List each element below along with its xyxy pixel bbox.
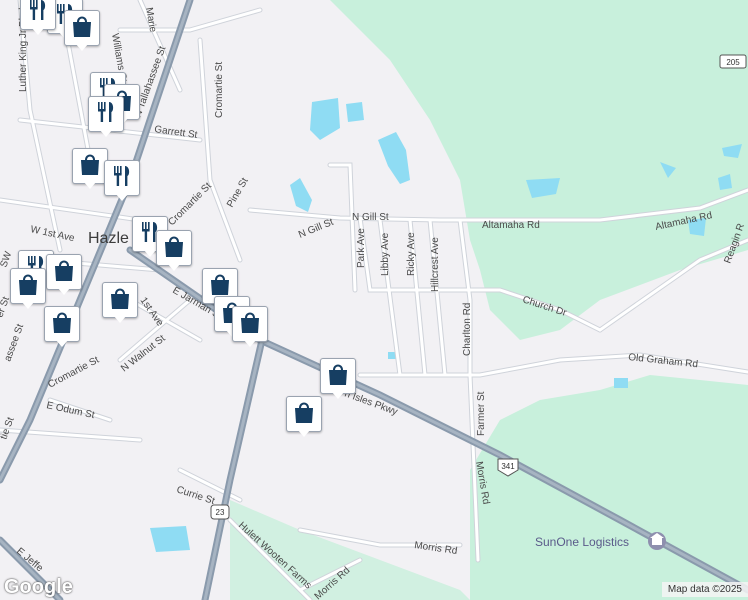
street-ricky-ave: Ricky Ave <box>406 232 417 276</box>
water-pond-10 <box>150 526 190 552</box>
marker-tip <box>57 287 71 295</box>
marker-tip <box>115 193 129 201</box>
street-charlton-rd: Charlton Rd <box>462 303 473 356</box>
street-libby-ave: Libby Ave <box>380 232 391 276</box>
restaurant-marker[interactable] <box>104 160 140 204</box>
marker-tip <box>83 181 97 189</box>
marker-tip <box>167 263 181 271</box>
shield-sr205-label: 205 <box>726 58 740 67</box>
street-park-ave: Park Ave <box>356 228 367 268</box>
restaurant-marker[interactable] <box>88 96 124 140</box>
shopping-bag-icon <box>107 285 133 316</box>
marker-tip <box>331 391 345 399</box>
marker-box[interactable] <box>64 10 100 46</box>
street-cromartie-st-1: Cromartie St <box>214 62 225 118</box>
shopping-marker[interactable] <box>46 254 82 298</box>
shopping-bag-icon <box>291 399 317 430</box>
marker-box[interactable] <box>44 306 80 342</box>
marker-box[interactable] <box>88 96 124 132</box>
poi-building-icon[interactable] <box>648 532 666 550</box>
city-label: Hazle <box>88 230 129 247</box>
marker-box[interactable] <box>320 358 356 394</box>
shopping-bag-icon <box>49 309 75 340</box>
water-pond-2 <box>346 102 364 122</box>
shopping-marker[interactable] <box>232 306 268 350</box>
shopping-bag-icon <box>77 151 103 182</box>
shopping-bag-icon <box>237 309 263 340</box>
shopping-marker[interactable] <box>156 230 192 274</box>
shopping-marker[interactable] <box>10 268 46 312</box>
street-hillcrest-ave: Hillcrest Ave <box>430 237 441 292</box>
marker-tip <box>75 43 89 51</box>
marker-box[interactable] <box>20 0 56 30</box>
marker-tip <box>113 315 127 323</box>
shopping-bag-icon <box>15 271 41 302</box>
fork-knife-icon <box>93 99 119 130</box>
marker-box[interactable] <box>104 160 140 196</box>
marker-box[interactable] <box>286 396 322 432</box>
shopping-marker[interactable] <box>286 396 322 440</box>
fork-knife-icon <box>25 0 51 28</box>
street-farmer-st: Farmer St <box>476 391 487 436</box>
shopping-bag-icon <box>161 233 187 264</box>
marker-box[interactable] <box>156 230 192 266</box>
water-pond-11 <box>614 378 628 388</box>
shopping-marker[interactable] <box>320 358 356 402</box>
street-n-gill-st-2: N Gill St <box>352 212 389 223</box>
marker-tip <box>31 27 45 35</box>
marker-tip <box>297 429 311 437</box>
marker-tip <box>143 249 157 257</box>
marker-tip <box>243 339 257 347</box>
shopping-marker[interactable] <box>72 148 108 192</box>
marker-box[interactable] <box>10 268 46 304</box>
shield-sr23: 23 <box>210 504 230 520</box>
marker-tip <box>55 339 69 347</box>
shopping-bag-icon <box>69 13 95 44</box>
marker-box[interactable] <box>46 254 82 290</box>
google-logo[interactable]: Google <box>4 576 73 599</box>
shopping-marker[interactable] <box>102 282 138 326</box>
shield-us341-label: 341 <box>501 462 515 471</box>
map-attribution[interactable]: Map data ©2025 <box>661 582 748 597</box>
street-altamaha-rd-1: Altamaha Rd <box>482 220 540 231</box>
marker-box[interactable] <box>102 282 138 318</box>
shield-sr205: 205 <box>719 54 747 69</box>
shopping-marker[interactable] <box>44 306 80 350</box>
shield-sr23-label: 23 <box>216 508 225 517</box>
marker-box[interactable] <box>72 148 108 184</box>
shopping-bag-icon <box>51 257 77 288</box>
marker-tip <box>99 129 113 137</box>
shopping-bag-icon <box>325 361 351 392</box>
poi-label-sunone[interactable]: SunOne Logistics <box>535 535 629 549</box>
marker-box[interactable] <box>232 306 268 342</box>
fork-knife-icon <box>109 163 135 194</box>
restaurant-marker[interactable] <box>20 0 56 38</box>
marker-tip <box>21 301 35 309</box>
shopping-marker[interactable] <box>64 10 100 54</box>
